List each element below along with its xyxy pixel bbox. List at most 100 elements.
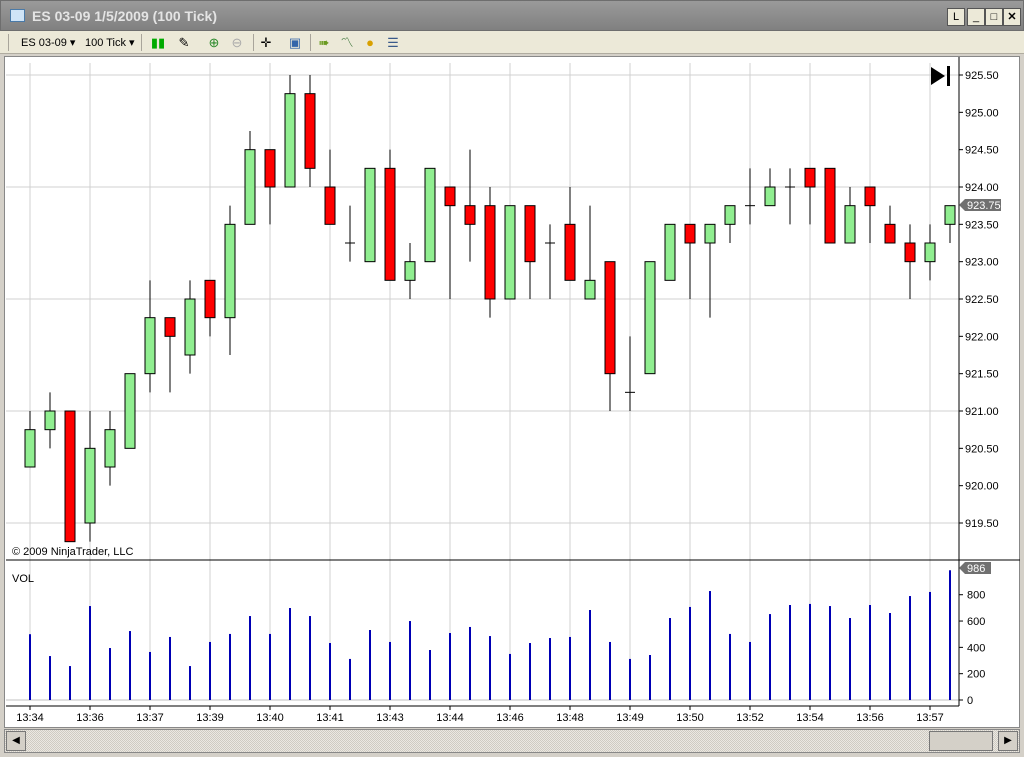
volume-tick-label: 600 — [967, 616, 985, 628]
candle-up — [104, 429, 116, 468]
price-tick-label: 920.50 — [965, 443, 999, 455]
candle-up — [144, 317, 156, 375]
candle-down — [384, 167, 396, 281]
candle-up — [664, 223, 676, 281]
chart-style-candlestick-icon[interactable]: ▮▮ — [147, 35, 169, 50]
last-price-label: 923.75 — [967, 200, 1001, 212]
price-tick-label: 925.00 — [965, 107, 999, 119]
time-tick-label: 13:41 — [316, 712, 344, 724]
candle-down — [684, 223, 696, 244]
instrument-selector[interactable]: ES 03-09 ▾ — [21, 35, 75, 51]
candle-up — [844, 205, 856, 244]
candle-up — [704, 223, 716, 244]
candle-down — [564, 223, 576, 281]
volume-tick-label: 400 — [967, 642, 985, 654]
title-bar: ES 03-09 1/5/2009 (100 Tick) L _ □ ✕ — [0, 0, 1024, 31]
candle-up — [224, 223, 236, 319]
price-tick-label: 922.00 — [965, 331, 999, 343]
divider — [141, 34, 142, 51]
candle-up — [84, 447, 96, 524]
time-tick-label: 13:50 — [676, 712, 704, 724]
time-tick-label: 13:34 — [16, 712, 44, 724]
candle-down — [164, 317, 176, 337]
candle-down — [484, 205, 496, 300]
last-price-marker: 923.75 — [959, 199, 1001, 212]
instrument-label: ES 03-09 — [21, 37, 67, 49]
candle-down — [324, 186, 336, 225]
divider — [310, 34, 311, 51]
price-tick-label: 921.50 — [965, 369, 999, 381]
zoom-in-icon[interactable]: ⊕ — [206, 35, 222, 50]
candle-up — [284, 93, 296, 188]
candle-down — [824, 167, 836, 244]
candle-up — [364, 167, 376, 263]
time-tick-label: 13:36 — [76, 712, 104, 724]
indicators-icon[interactable]: 〽 — [339, 35, 355, 50]
strategies-icon[interactable]: ➠ — [316, 35, 332, 50]
divider — [253, 34, 254, 51]
price-tick-label: 923.00 — [965, 257, 999, 269]
candle-down — [464, 205, 476, 225]
candle-up — [644, 261, 656, 375]
go-to-last-bar-button[interactable] — [931, 66, 950, 86]
candle-up — [24, 429, 36, 468]
horizontal-scrollbar[interactable]: ◀ ▶ — [4, 729, 1020, 753]
candle-up — [244, 149, 256, 225]
candle-up — [184, 298, 196, 356]
time-tick-label: 13:43 — [376, 712, 404, 724]
time-tick-label: 13:40 — [256, 712, 284, 724]
price-tick-label: 921.00 — [965, 406, 999, 418]
time-tick-label: 13:46 — [496, 712, 524, 724]
time-tick-label: 13:56 — [856, 712, 884, 724]
scroll-right-button[interactable]: ▶ — [998, 731, 1018, 751]
candle-down — [864, 186, 876, 207]
candle-up — [404, 261, 416, 281]
layout-button[interactable]: L — [947, 8, 965, 26]
price-tick-label: 920.00 — [965, 481, 999, 493]
candle-up — [924, 242, 936, 263]
maximize-button[interactable]: □ — [985, 8, 1003, 26]
candle-down — [64, 410, 76, 543]
dollar-coin-icon[interactable]: ● — [362, 35, 378, 50]
scrollbar-thumb[interactable] — [929, 731, 993, 751]
candle-down — [804, 167, 816, 188]
price-tick-label: 924.50 — [965, 145, 999, 157]
candle-up — [724, 205, 736, 225]
time-tick-label: 13:39 — [196, 712, 224, 724]
minimize-button[interactable]: _ — [967, 8, 985, 26]
candle-up — [584, 279, 596, 300]
price-volume-chart[interactable]: 919.50 920.00 920.50 921.00 921.50 922.00 922.… — [5, 57, 1021, 729]
volume-panel-label: VOL — [12, 573, 34, 585]
candle-up — [44, 410, 56, 431]
time-tick-label: 13:44 — [436, 712, 464, 724]
interval-selector[interactable]: 100 Tick ▾ — [85, 35, 135, 51]
crosshair-icon[interactable]: ✛ — [258, 35, 274, 50]
candle-up — [124, 373, 136, 449]
last-volume-marker: 986 — [959, 562, 991, 575]
properties-icon[interactable]: ☰ — [385, 35, 401, 50]
candle-down — [884, 223, 896, 244]
interval-label: 100 Tick — [85, 37, 126, 49]
copyright-text: © 2009 NinjaTrader, LLC — [12, 546, 133, 558]
close-button[interactable]: ✕ — [1003, 8, 1021, 26]
volume-tick-label: 0 — [967, 695, 973, 707]
candle-up — [764, 186, 776, 207]
toolbar-grip — [8, 34, 9, 51]
candle-down — [604, 261, 616, 375]
scroll-left-button[interactable]: ◀ — [6, 731, 26, 751]
data-box-icon[interactable]: ▣ — [287, 35, 303, 50]
zoom-out-icon: ⊖ — [231, 35, 243, 50]
time-tick-label: 13:48 — [556, 712, 584, 724]
last-volume-label: 986 — [967, 563, 985, 575]
drawing-tool-pencil-icon[interactable]: ✎ — [176, 35, 192, 50]
candle-down — [524, 205, 536, 263]
chart-panel[interactable]: 919.50 920.00 920.50 921.00 921.50 922.00 922.… — [4, 56, 1020, 728]
volume-tick-label: 200 — [967, 669, 985, 681]
candle-down — [304, 93, 316, 169]
time-tick-label: 13:57 — [916, 712, 944, 724]
candle-down — [264, 149, 276, 188]
price-tick-label: 922.50 — [965, 294, 999, 306]
candle-up — [504, 205, 516, 300]
time-tick-label: 13:52 — [736, 712, 764, 724]
window-title: ES 03-09 1/5/2009 (100 Tick) — [32, 8, 217, 24]
